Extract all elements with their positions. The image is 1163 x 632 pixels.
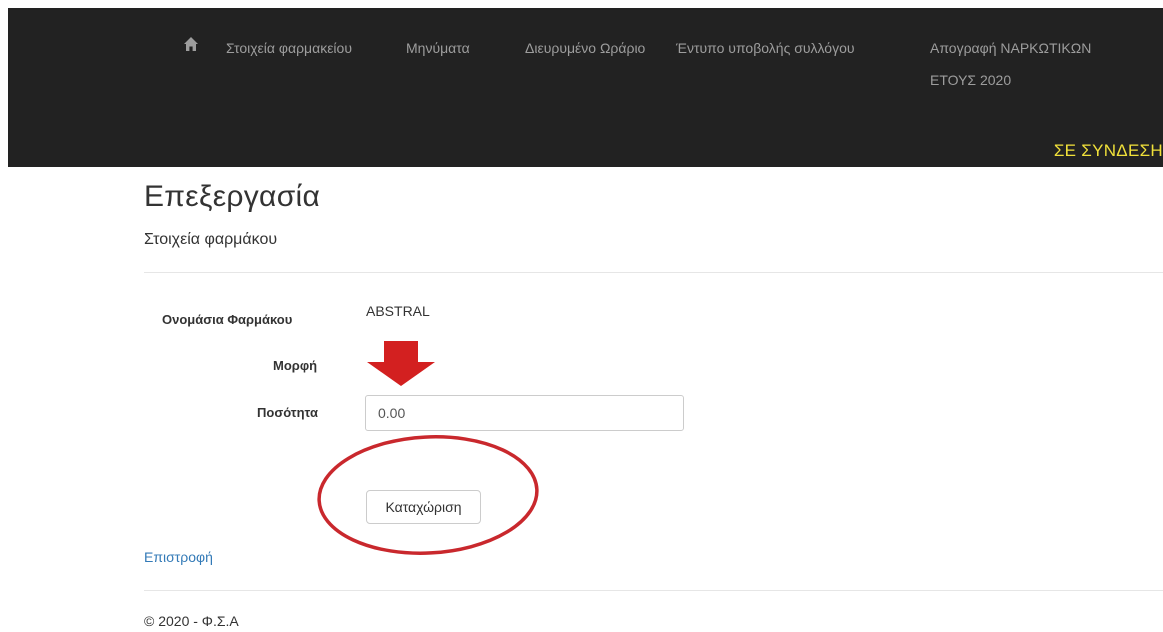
home-icon[interactable] [183,36,199,52]
quantity-input[interactable] [365,395,684,431]
quantity-label: Ποσότητα [257,405,318,420]
drug-form-label: Μορφή [273,358,318,373]
drug-name-value: ABSTRAL [366,303,430,319]
nav-item-association-form[interactable]: Έντυπο υποβολής συλλόγου [676,38,855,58]
footer-divider [144,590,1163,591]
submit-button[interactable]: Καταχώριση [366,490,481,524]
nav-item-messages[interactable]: Μηνύματα [406,38,470,58]
drug-name-label: Ονομάσια Φαρμάκου [162,312,293,327]
page-title: Επεξεργασία [144,180,321,213]
annotation-arrow-icon [367,341,435,386]
divider [144,272,1163,273]
footer-copyright: © 2020 - Φ.Σ.Α [144,613,239,629]
connection-status: ΣΕ ΣΥΝΔΕΣΗ [1053,141,1163,160]
back-link[interactable]: Επιστροφή [144,549,213,565]
nav-item-narcotics-inventory[interactable]: Απογραφή ΝΑΡΚΩΤΙΚΩΝ ΕΤΟΥΣ 2020 [930,32,1130,96]
nav-item-pharmacy-info[interactable]: Στοιχεία φαρμακείου [226,38,352,58]
nav-item-extended-hours[interactable]: Διευρυμένο Ωράριο [525,38,645,58]
top-navbar: Στοιχεία φαρμακείου Μηνύματα Διευρυμένο … [8,8,1163,167]
page-subtitle: Στοιχεία φαρμάκου [144,231,278,248]
